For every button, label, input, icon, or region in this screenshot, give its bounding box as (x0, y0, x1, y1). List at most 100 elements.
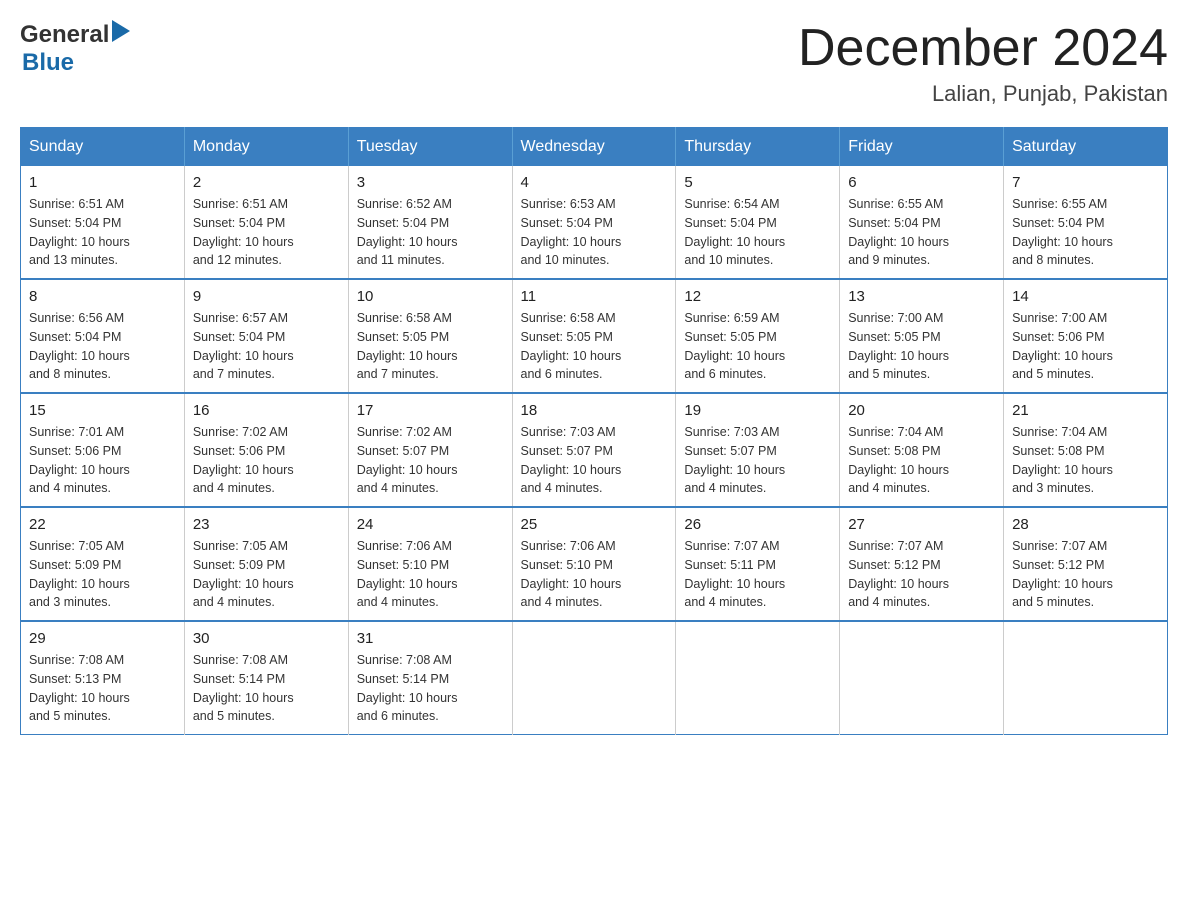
day-number: 8 (29, 288, 176, 305)
calendar-cell: 15Sunrise: 7:01 AMSunset: 5:06 PMDayligh… (21, 393, 185, 507)
day-number: 1 (29, 174, 176, 191)
day-info: Sunrise: 6:58 AMSunset: 5:05 PMDaylight:… (357, 311, 458, 381)
col-wednesday: Wednesday (512, 128, 676, 167)
day-info: Sunrise: 7:06 AMSunset: 5:10 PMDaylight:… (521, 539, 622, 609)
calendar-cell: 2 Sunrise: 6:51 AMSunset: 5:04 PMDaylight… (184, 166, 348, 279)
calendar-cell: 12Sunrise: 6:59 AMSunset: 5:05 PMDayligh… (676, 279, 840, 393)
calendar-cell: 28 Sunrise: 7:07 AMSunset: 5:12 PMDayligh… (1004, 507, 1168, 621)
day-number: 25 (521, 516, 668, 533)
day-number: 14 (1012, 288, 1159, 305)
calendar-week-2: 8 Sunrise: 6:56 AMSunset: 5:04 PMDaylight… (21, 279, 1168, 393)
calendar-cell (512, 621, 676, 735)
calendar-week-1: 1 Sunrise: 6:51 AMSunset: 5:04 PMDaylight… (21, 166, 1168, 279)
day-number: 3 (357, 174, 504, 191)
calendar-cell: 18 Sunrise: 7:03 AMSunset: 5:07 PMDayligh… (512, 393, 676, 507)
calendar-cell (1004, 621, 1168, 735)
calendar-table: Sunday Monday Tuesday Wednesday Thursday… (20, 127, 1168, 735)
calendar-week-5: 29 Sunrise: 7:08 AMSunset: 5:13 PMDayligh… (21, 621, 1168, 735)
day-info: Sunrise: 7:03 AMSunset: 5:07 PMDaylight:… (521, 425, 622, 495)
calendar-cell: 26 Sunrise: 7:07 AMSunset: 5:11 PMDayligh… (676, 507, 840, 621)
day-info: Sunrise: 6:56 AMSunset: 5:04 PMDaylight:… (29, 311, 130, 381)
day-info: Sunrise: 7:00 AMSunset: 5:05 PMDaylight:… (848, 311, 949, 381)
day-info: Sunrise: 7:07 AMSunset: 5:11 PMDaylight:… (684, 539, 785, 609)
day-number: 18 (521, 402, 668, 419)
calendar-cell: 22 Sunrise: 7:05 AMSunset: 5:09 PMDayligh… (21, 507, 185, 621)
day-number: 27 (848, 516, 995, 533)
day-number: 22 (29, 516, 176, 533)
calendar-cell: 14 Sunrise: 7:00 AMSunset: 5:06 PMDayligh… (1004, 279, 1168, 393)
calendar-cell: 27Sunrise: 7:07 AMSunset: 5:12 PMDayligh… (840, 507, 1004, 621)
day-number: 31 (357, 630, 504, 647)
day-number: 13 (848, 288, 995, 305)
day-info: Sunrise: 6:59 AMSunset: 5:05 PMDaylight:… (684, 311, 785, 381)
day-number: 15 (29, 402, 176, 419)
day-number: 7 (1012, 174, 1159, 191)
day-number: 30 (193, 630, 340, 647)
day-info: Sunrise: 6:58 AMSunset: 5:05 PMDaylight:… (521, 311, 622, 381)
calendar-cell: 30Sunrise: 7:08 AMSunset: 5:14 PMDayligh… (184, 621, 348, 735)
day-info: Sunrise: 7:04 AMSunset: 5:08 PMDaylight:… (848, 425, 949, 495)
day-info: Sunrise: 7:05 AMSunset: 5:09 PMDaylight:… (29, 539, 130, 609)
calendar-cell: 25 Sunrise: 7:06 AMSunset: 5:10 PMDayligh… (512, 507, 676, 621)
calendar-cell: 9 Sunrise: 6:57 AMSunset: 5:04 PMDaylight… (184, 279, 348, 393)
col-friday: Friday (840, 128, 1004, 167)
logo-blue-text: Blue (22, 49, 74, 76)
day-number: 2 (193, 174, 340, 191)
calendar-cell: 19 Sunrise: 7:03 AMSunset: 5:07 PMDayligh… (676, 393, 840, 507)
day-number: 24 (357, 516, 504, 533)
day-number: 26 (684, 516, 831, 533)
day-info: Sunrise: 6:53 AMSunset: 5:04 PMDaylight:… (521, 197, 622, 267)
day-number: 17 (357, 402, 504, 419)
calendar-cell: 16 Sunrise: 7:02 AMSunset: 5:06 PMDayligh… (184, 393, 348, 507)
calendar-cell: 7Sunrise: 6:55 AMSunset: 5:04 PMDaylight… (1004, 166, 1168, 279)
col-monday: Monday (184, 128, 348, 167)
day-info: Sunrise: 6:51 AMSunset: 5:04 PMDaylight:… (29, 197, 130, 267)
calendar-cell: 5 Sunrise: 6:54 AMSunset: 5:04 PMDaylight… (676, 166, 840, 279)
calendar-week-3: 15Sunrise: 7:01 AMSunset: 5:06 PMDayligh… (21, 393, 1168, 507)
calendar-cell: 4 Sunrise: 6:53 AMSunset: 5:04 PMDaylight… (512, 166, 676, 279)
calendar-cell: 11 Sunrise: 6:58 AMSunset: 5:05 PMDayligh… (512, 279, 676, 393)
calendar-cell (840, 621, 1004, 735)
calendar-cell: 13 Sunrise: 7:00 AMSunset: 5:05 PMDayligh… (840, 279, 1004, 393)
day-number: 6 (848, 174, 995, 191)
day-number: 9 (193, 288, 340, 305)
logo: General Blue (20, 20, 130, 77)
day-info: Sunrise: 7:06 AMSunset: 5:10 PMDaylight:… (357, 539, 458, 609)
day-info: Sunrise: 7:07 AMSunset: 5:12 PMDaylight:… (1012, 539, 1113, 609)
day-number: 16 (193, 402, 340, 419)
day-info: Sunrise: 6:57 AMSunset: 5:04 PMDaylight:… (193, 311, 294, 381)
day-number: 20 (848, 402, 995, 419)
col-sunday: Sunday (21, 128, 185, 167)
col-thursday: Thursday (676, 128, 840, 167)
day-info: Sunrise: 6:51 AMSunset: 5:04 PMDaylight:… (193, 197, 294, 267)
main-title: December 2024 (798, 20, 1168, 77)
title-section: December 2024 Lalian, Punjab, Pakistan (798, 20, 1168, 107)
col-saturday: Saturday (1004, 128, 1168, 167)
day-info: Sunrise: 7:03 AMSunset: 5:07 PMDaylight:… (684, 425, 785, 495)
calendar-cell: 3Sunrise: 6:52 AMSunset: 5:04 PMDaylight… (348, 166, 512, 279)
day-info: Sunrise: 6:55 AMSunset: 5:04 PMDaylight:… (848, 197, 949, 267)
day-info: Sunrise: 7:04 AMSunset: 5:08 PMDaylight:… (1012, 425, 1113, 495)
logo-general-text: General (20, 21, 109, 49)
calendar-cell: 21Sunrise: 7:04 AMSunset: 5:08 PMDayligh… (1004, 393, 1168, 507)
day-number: 5 (684, 174, 831, 191)
day-number: 4 (521, 174, 668, 191)
calendar-cell: 29 Sunrise: 7:08 AMSunset: 5:13 PMDayligh… (21, 621, 185, 735)
calendar-cell (676, 621, 840, 735)
day-number: 19 (684, 402, 831, 419)
subtitle: Lalian, Punjab, Pakistan (798, 81, 1168, 107)
calendar-header-row: Sunday Monday Tuesday Wednesday Thursday… (21, 128, 1168, 167)
day-info: Sunrise: 6:54 AMSunset: 5:04 PMDaylight:… (684, 197, 785, 267)
calendar-cell: 24 Sunrise: 7:06 AMSunset: 5:10 PMDayligh… (348, 507, 512, 621)
day-number: 28 (1012, 516, 1159, 533)
day-number: 11 (521, 288, 668, 305)
col-tuesday: Tuesday (348, 128, 512, 167)
page-header: General Blue December 2024 Lalian, Punja… (20, 20, 1168, 107)
day-info: Sunrise: 7:02 AMSunset: 5:06 PMDaylight:… (193, 425, 294, 495)
day-number: 10 (357, 288, 504, 305)
calendar-cell: 8 Sunrise: 6:56 AMSunset: 5:04 PMDaylight… (21, 279, 185, 393)
calendar-cell: 1 Sunrise: 6:51 AMSunset: 5:04 PMDaylight… (21, 166, 185, 279)
day-info: Sunrise: 7:00 AMSunset: 5:06 PMDaylight:… (1012, 311, 1113, 381)
day-info: Sunrise: 7:08 AMSunset: 5:13 PMDaylight:… (29, 653, 130, 723)
day-number: 29 (29, 630, 176, 647)
